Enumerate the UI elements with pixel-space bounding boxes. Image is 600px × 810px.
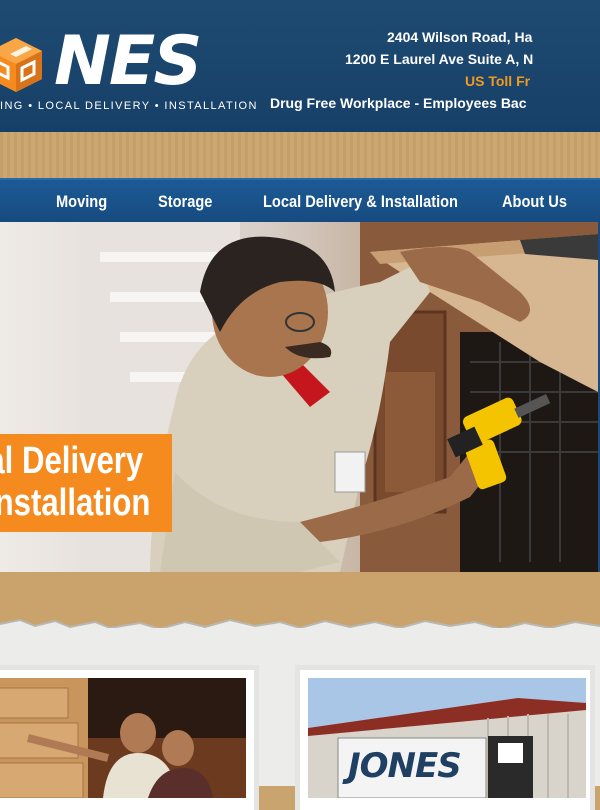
contact-info: 2404 Wilson Road, Ha 1200 E Laurel Ave S… xyxy=(270,26,600,114)
logo-wordmark: NES xyxy=(54,22,202,101)
nav-item-storage[interactable]: Storage xyxy=(158,180,212,224)
logo-tagline: ING • LOCAL DELIVERY • INSTALLATION xyxy=(0,100,258,112)
nav-item-local-delivery[interactable]: Local Delivery & Installation xyxy=(263,180,458,224)
feature-card-moving[interactable] xyxy=(0,670,254,810)
moving-photo xyxy=(0,678,246,798)
address-line-2: 1200 E Laurel Ave Suite A, N xyxy=(345,51,534,67)
truck-logo-text: JONES xyxy=(348,746,462,786)
hero-banner-line-1: cal Delivery xyxy=(0,440,144,482)
nav-item-moving[interactable]: Moving xyxy=(56,180,107,224)
hero-banner-line-2: nstallation xyxy=(0,482,151,524)
hero-banner: cal Delivery nstallation xyxy=(0,434,172,532)
box-logo-icon xyxy=(0,38,42,92)
feature-card-storage[interactable]: JONES xyxy=(300,670,590,810)
toll-free-phone[interactable]: US Toll Fr xyxy=(270,70,600,92)
nav-item-about-us[interactable]: About Us xyxy=(502,180,567,224)
hero-slide[interactable]: cal Delivery nstallation xyxy=(0,222,598,572)
cardboard-strip xyxy=(0,132,600,178)
hero-banner-text: cal Delivery nstallation xyxy=(0,440,150,524)
site-header: NES ING • LOCAL DELIVERY • INSTALLATION … xyxy=(0,0,600,132)
main-nav: e Moving Storage Local Delivery & Instal… xyxy=(0,178,600,224)
address-line-1: 2404 Wilson Road, Ha xyxy=(387,29,533,45)
company-logo[interactable]: NES ING • LOCAL DELIVERY • INSTALLATION xyxy=(0,22,256,114)
drug-free-notice: Drug Free Workplace - Employees Bac xyxy=(270,95,527,111)
